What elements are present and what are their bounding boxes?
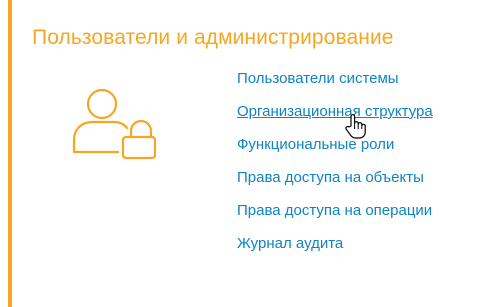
section-title: Пользователи и администрирование [32, 26, 394, 49]
list-item: Права доступа на объекты [237, 169, 433, 202]
audit-log-link[interactable]: Журнал аудита [237, 235, 343, 252]
org-structure-link[interactable]: Организационная структура [237, 103, 433, 120]
system-users-link[interactable]: Пользователи системы [237, 70, 399, 87]
user-lock-icon [72, 88, 156, 160]
functional-roles-link[interactable]: Функциональные роли [237, 136, 394, 153]
hand-pointer-icon [345, 114, 366, 139]
list-item: Права доступа на операции [237, 202, 433, 235]
list-item: Функциональные роли [237, 136, 433, 169]
list-item: Организационная структура [237, 103, 433, 136]
operation-access-rights-link[interactable]: Права доступа на операции [237, 202, 432, 219]
object-access-rights-link[interactable]: Права доступа на объекты [237, 169, 424, 186]
list-item: Пользователи системы [237, 70, 433, 103]
section-accent-bar [8, 0, 12, 307]
list-item: Журнал аудита [237, 235, 433, 268]
admin-links-list: Пользователи системы Организационная стр… [237, 70, 433, 268]
